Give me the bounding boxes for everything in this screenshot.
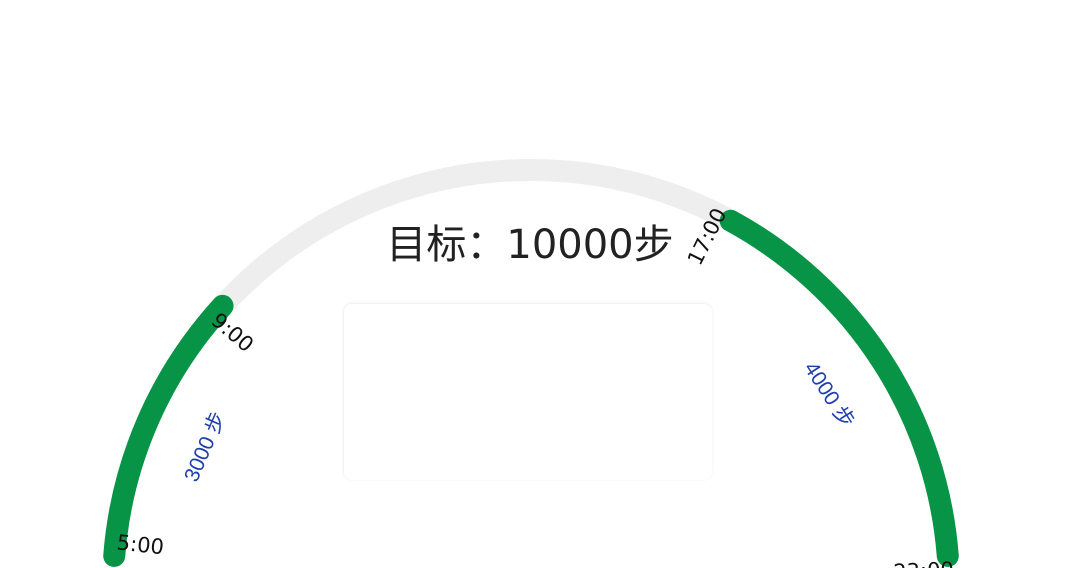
segment-start-time-label: 5:00 [116, 530, 166, 559]
step-goal-label: 目标：10000步 [386, 222, 674, 268]
summary-card [344, 304, 712, 480]
step-gauge: 5:00 9:00 3000 步 17:00 23:00 4000 步 [103, 158, 959, 568]
segment-steps-label: 3000 步 [180, 409, 230, 486]
step-gauge-screen: 5:00 9:00 3000 步 17:00 23:00 4000 步 目标：1… [0, 0, 1080, 568]
segment-steps-label: 4000 步 [799, 358, 858, 432]
segment-end-time-label: 23:00 [893, 558, 955, 568]
